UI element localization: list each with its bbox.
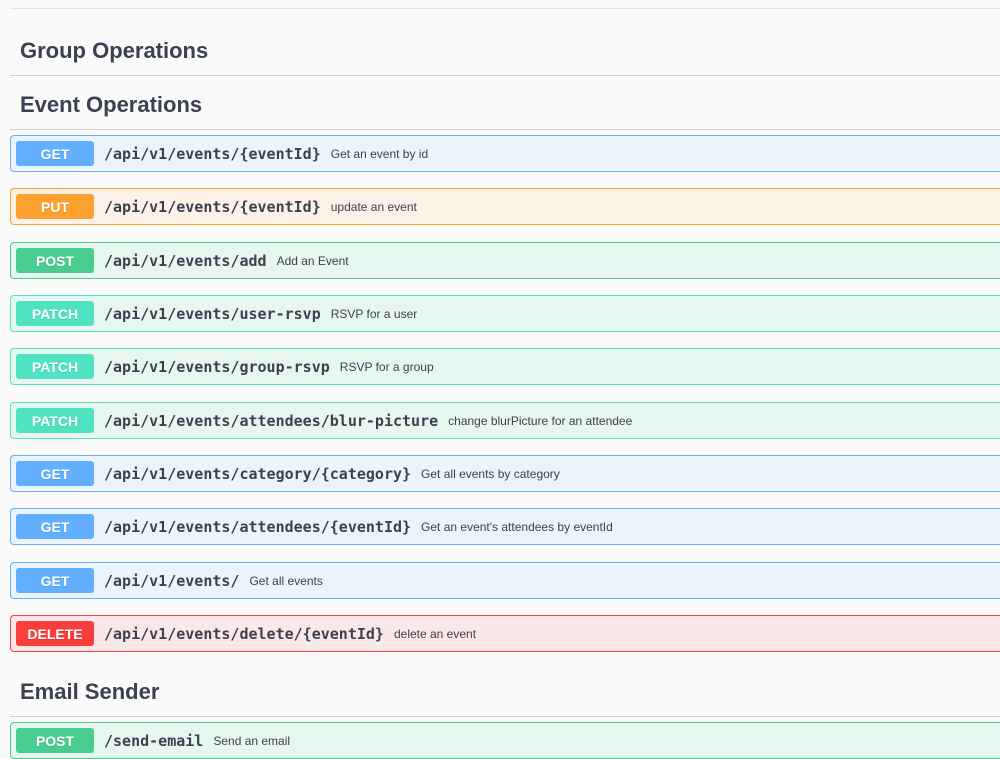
email-sender-title[interactable]: Email Sender <box>10 678 1000 717</box>
op-summary: Get all events <box>249 573 323 588</box>
op-summary: Add an Event <box>276 253 349 268</box>
op-get-attendees[interactable]: GET /api/v1/events/attendees/{eventId} G… <box>10 508 1000 545</box>
method-badge-post: POST <box>16 728 94 753</box>
method-badge-put: PUT <box>16 194 94 219</box>
top-divider <box>10 8 1000 9</box>
group-operations-section[interactable]: Group Operations <box>10 37 1000 76</box>
method-badge-delete: DELETE <box>16 621 94 646</box>
op-path: /api/v1/events/group-rsvp <box>104 357 330 376</box>
op-patch-group-rsvp[interactable]: PATCH /api/v1/events/group-rsvp RSVP for… <box>10 348 1000 385</box>
op-path: /api/v1/events/category/{category} <box>104 464 412 483</box>
op-path: /api/v1/events/attendees/blur-picture <box>104 411 439 430</box>
op-path: /api/v1/events/add <box>104 251 267 270</box>
op-get-events-by-category[interactable]: GET /api/v1/events/category/{category} G… <box>10 455 1000 492</box>
op-put-update-event[interactable]: PUT /api/v1/events/{eventId} update an e… <box>10 188 1000 225</box>
op-summary: RSVP for a group <box>339 359 434 374</box>
event-operations-section[interactable]: Event Operations <box>10 91 1000 130</box>
group-operations-title[interactable]: Group Operations <box>10 37 1000 76</box>
method-badge-get: GET <box>16 514 94 539</box>
op-get-event-by-id[interactable]: GET /api/v1/events/{eventId} Get an even… <box>10 135 1000 172</box>
op-path: /api/v1/events/{eventId} <box>104 144 321 163</box>
op-get-all-events[interactable]: GET /api/v1/events/ Get all events <box>10 562 1000 599</box>
event-operations-title[interactable]: Event Operations <box>10 91 1000 130</box>
op-summary: RSVP for a user <box>330 306 418 321</box>
method-badge-get: GET <box>16 568 94 593</box>
op-summary: Get all events by category <box>421 466 560 481</box>
op-patch-blur-picture[interactable]: PATCH /api/v1/events/attendees/blur-pict… <box>10 402 1000 439</box>
email-sender-section[interactable]: Email Sender <box>10 678 1000 717</box>
method-badge-get: GET <box>16 141 94 166</box>
op-delete-event[interactable]: DELETE /api/v1/events/delete/{eventId} d… <box>10 615 1000 652</box>
op-summary: delete an event <box>393 626 477 641</box>
method-badge-patch: PATCH <box>16 301 94 326</box>
op-summary: update an event <box>330 199 417 214</box>
method-badge-get: GET <box>16 461 94 486</box>
op-path: /send-email <box>104 731 204 750</box>
method-badge-post: POST <box>16 248 94 273</box>
op-summary: Get an event's attendees by eventId <box>421 519 613 534</box>
op-patch-user-rsvp[interactable]: PATCH /api/v1/events/user-rsvp RSVP for … <box>10 295 1000 332</box>
op-path: /api/v1/events/ <box>104 571 240 590</box>
op-summary: Get an event by id <box>330 146 429 161</box>
op-summary: change blurPicture for an attendee <box>448 413 633 428</box>
op-path: /api/v1/events/user-rsvp <box>104 304 321 323</box>
op-post-send-email[interactable]: POST /send-email Send an email <box>10 722 1000 759</box>
method-badge-patch: PATCH <box>16 354 94 379</box>
op-path: /api/v1/events/{eventId} <box>104 197 321 216</box>
op-path: /api/v1/events/attendees/{eventId} <box>104 517 412 536</box>
op-path: /api/v1/events/delete/{eventId} <box>104 624 384 643</box>
op-post-add-event[interactable]: POST /api/v1/events/add Add an Event <box>10 242 1000 279</box>
method-badge-patch: PATCH <box>16 408 94 433</box>
op-summary: Send an email <box>213 733 291 748</box>
